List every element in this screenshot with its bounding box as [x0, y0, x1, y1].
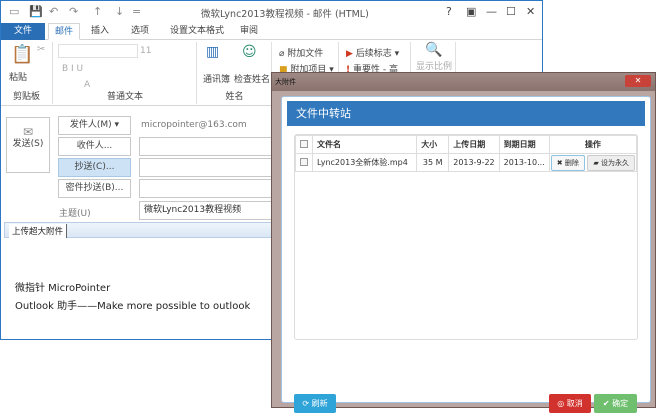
file-name: Lync2013全新体验.mp4 — [311, 153, 418, 172]
cancel-button[interactable]: ◎ 取消 — [549, 394, 591, 413]
ribbon-tabs: 文件 邮件 插入 选项 设置文本格式 审阅 — [1, 23, 542, 40]
body-line-1[interactable]: 微指针 MicroPointer — [15, 279, 110, 294]
col-size: 大小 — [416, 135, 450, 154]
col-actions: 操作 — [548, 135, 638, 154]
undo-icon[interactable]: ↶ — [49, 5, 58, 18]
file-transfer-header: 文件中转站 — [287, 101, 645, 126]
bold-italic-underline[interactable]: B I U — [62, 64, 83, 74]
from-button[interactable]: 发件人(M) ▾ — [58, 116, 131, 135]
cancel-icon: ◎ — [557, 399, 565, 408]
dialog-content: 文件中转站 文件名 大小 上传日期 到期日期 操作 Lync2013全新体验.m… — [281, 96, 651, 413]
ribbon-display-icon[interactable]: ▣ — [466, 5, 476, 18]
title-bar: ▭ 💾 ↶ ↷ ↑ ↓ = 微软Lync2013教程视频 - 邮件 (HTML)… — [1, 1, 542, 23]
up-icon[interactable]: ↑ — [93, 5, 102, 18]
close-icon[interactable]: ✕ — [526, 5, 535, 18]
refresh-button[interactable]: ⟳ 刷新 — [294, 394, 336, 413]
to-button[interactable]: 收件人... — [58, 137, 131, 156]
table-header: 文件名 大小 上传日期 到期日期 操作 — [295, 135, 638, 154]
file-size: 35 M — [416, 153, 450, 172]
attach-file-button[interactable]: ⌀ 附加文件 — [279, 46, 323, 59]
delete-label: 删除 — [564, 158, 579, 167]
file-table: 文件名 大小 上传日期 到期日期 操作 Lync2013全新体验.mp4 35 … — [295, 135, 638, 172]
upload-date: 2013-9-22 — [448, 153, 500, 172]
customize-qat-icon[interactable]: = — [132, 5, 141, 18]
paste-button[interactable]: 粘贴 — [9, 70, 27, 83]
basic-text-label: 普通文本 — [106, 92, 143, 102]
down-icon[interactable]: ↓ — [115, 5, 124, 18]
file-table-panel: 文件名 大小 上传日期 到期日期 操作 Lync2013全新体验.mp4 35 … — [294, 134, 638, 340]
dialog-title-bar: 大附件 ✕ — [272, 73, 655, 91]
dialog-title: 大附件 — [275, 78, 296, 86]
set-permanent-label: 设为永久 — [601, 158, 629, 167]
tab-format-text[interactable]: 设置文本格式 — [164, 23, 230, 40]
check-icon: ✔ — [602, 399, 610, 408]
font-size-field[interactable]: 11 — [140, 46, 151, 56]
table-row: Lync2013全新体验.mp4 35 M 2013-9-22 2013-10.… — [295, 153, 638, 172]
window-icon: ▭ — [9, 5, 20, 18]
delete-button[interactable]: ✖ 删除 — [550, 154, 585, 171]
clipboard-label: 剪贴板 — [12, 92, 40, 102]
attach-file-label: 附加文件 — [287, 49, 324, 59]
paste-icon: 📋 — [11, 44, 34, 65]
send-label: 发送(S) — [12, 139, 44, 149]
check-names-icon: ☺ — [242, 44, 257, 60]
send-icon: ✉ — [22, 125, 34, 139]
check-names-button[interactable]: 检查姓名 — [234, 72, 270, 85]
ok-button[interactable]: ✔ 确定 — [594, 394, 637, 413]
tab-mail[interactable]: 邮件 — [48, 23, 81, 40]
expire-date: 2013-10... — [498, 153, 550, 172]
refresh-label: 刷新 — [311, 399, 328, 408]
body-line-2[interactable]: Outlook 助手——Make more possible to outloo… — [15, 297, 250, 312]
dialog-close-button[interactable]: ✕ — [625, 75, 651, 87]
col-upload-date: 上传日期 — [448, 135, 500, 154]
col-expire-date: 到期日期 — [498, 135, 550, 154]
cancel-label: 取消 — [566, 399, 583, 408]
subject-label: 主题(U) — [59, 209, 91, 219]
send-button[interactable]: ✉ 发送(S) — [6, 117, 50, 173]
cc-button[interactable]: 抄送(C)... — [58, 158, 131, 177]
address-book-button[interactable]: 通讯簿 — [203, 72, 230, 85]
follow-up-label: 后续标志 ▾ — [355, 49, 400, 59]
save-icon[interactable]: 💾 — [29, 5, 43, 18]
refresh-icon: ⟳ — [302, 399, 310, 408]
zoom-icon[interactable]: 🔍 — [425, 42, 442, 58]
bcc-button[interactable]: 密件抄送(B)... — [58, 179, 131, 198]
zoom-button[interactable]: 显示比例 — [416, 59, 452, 72]
col-filename: 文件名 — [311, 135, 418, 154]
clipboard-group: 📋 粘贴 ✂ 剪贴板 — [1, 42, 53, 104]
delete-icon: ✖ — [556, 158, 563, 167]
help-icon[interactable]: ? — [446, 5, 452, 18]
tab-review[interactable]: 审阅 — [234, 23, 264, 40]
minimize-icon[interactable]: — — [486, 5, 497, 18]
font-name-field[interactable] — [58, 44, 138, 58]
basic-text-group: 11 B I U A 普通文本 — [54, 42, 197, 104]
window-title: 微软Lync2013教程视频 - 邮件 (HTML) — [201, 9, 369, 20]
address-book-icon: ▥ — [206, 44, 220, 60]
tab-insert[interactable]: 插入 — [85, 23, 115, 40]
maximize-icon[interactable]: ☐ — [506, 5, 516, 18]
names-group: ▥ 通讯簿 ☺ 检查姓名 姓名 — [198, 42, 272, 104]
row-checkbox[interactable] — [300, 157, 308, 166]
set-permanent-button[interactable]: ▰ 设为永久 — [587, 154, 635, 171]
follow-up-button[interactable]: ▶ 后续标志 ▾ — [346, 46, 399, 59]
upload-large-attachment-tab[interactable]: 上传超大附件 — [9, 224, 68, 238]
tab-options[interactable]: 选项 — [125, 23, 155, 40]
briefcase-icon: ▰ — [593, 158, 599, 167]
redo-icon[interactable]: ↷ — [69, 5, 78, 18]
cut-icon[interactable]: ✂ — [37, 44, 45, 55]
names-label: 姓名 — [225, 92, 244, 102]
large-attachment-dialog: 大附件 ✕ 文件中转站 文件名 大小 上传日期 到期日期 操作 Lync2013… — [271, 72, 656, 413]
from-value: micropointer@163.com — [141, 120, 247, 130]
tab-file[interactable]: 文件 — [1, 23, 45, 40]
select-all-checkbox[interactable] — [300, 139, 308, 148]
ok-label: 确定 — [612, 399, 629, 408]
